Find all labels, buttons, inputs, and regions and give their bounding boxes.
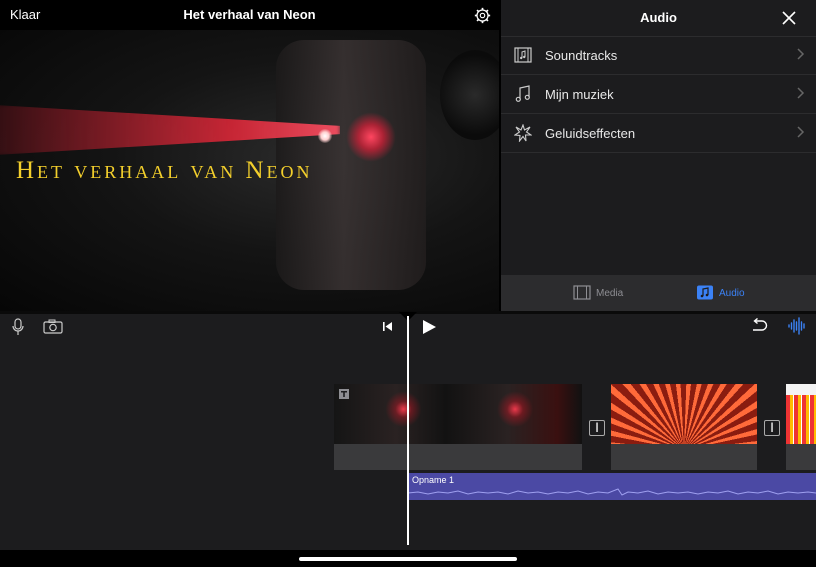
- laser-dot-image: [318, 129, 332, 143]
- clip-thumbnail: [334, 384, 582, 444]
- panel-tab-bar: Media Audio: [501, 275, 816, 311]
- music-icon: [697, 285, 713, 300]
- microphone-icon[interactable]: [11, 318, 25, 336]
- panel-title: Audio: [640, 10, 677, 25]
- audio-clip-label: Opname 1: [412, 475, 455, 485]
- menu-item-label: Mijn muziek: [545, 87, 614, 102]
- undo-icon[interactable]: [750, 318, 768, 334]
- top-bar: Klaar Het verhaal van Neon: [0, 0, 499, 30]
- gear-icon[interactable]: [474, 7, 491, 24]
- home-indicator[interactable]: [299, 557, 517, 561]
- play-icon[interactable]: [422, 320, 436, 334]
- transition-button[interactable]: |: [764, 420, 780, 436]
- film-music-icon: [514, 47, 532, 63]
- chevron-right-icon: [797, 48, 805, 60]
- skip-to-start-icon[interactable]: [382, 321, 393, 332]
- transition-button[interactable]: |: [589, 420, 605, 436]
- knob-image: [440, 50, 499, 140]
- video-clip-periodic-table[interactable]: [786, 384, 816, 470]
- menu-item-my-music[interactable]: Mijn muziek: [501, 75, 816, 114]
- title-overlay-text: Het verhaal van Neon: [16, 157, 313, 184]
- menu-item-soundtracks[interactable]: Soundtracks: [501, 36, 816, 75]
- title-text-icon: [339, 389, 349, 399]
- film-icon: [573, 285, 591, 300]
- clip-thumbnail: [786, 384, 816, 444]
- audio-waveform: [408, 488, 816, 496]
- video-clip-neon[interactable]: [334, 384, 582, 470]
- clip-thumbnail: [611, 384, 757, 444]
- panel-header: Audio: [501, 0, 816, 37]
- menu-item-label: Soundtracks: [545, 48, 618, 63]
- menu-item-label: Geluidseffecten: [545, 126, 636, 141]
- laser-glow-image: [346, 112, 396, 162]
- clip-under-bar: [786, 444, 816, 470]
- camera-icon[interactable]: [43, 319, 63, 334]
- audio-waveform-icon[interactable]: [788, 317, 806, 335]
- clip-under-bar: [334, 444, 582, 470]
- tab-label: Audio: [719, 288, 745, 299]
- tab-label: Media: [596, 288, 624, 299]
- chevron-right-icon: [797, 126, 805, 138]
- chevron-right-icon: [797, 87, 805, 99]
- audio-browser-panel: Audio Soundtracks Mijn muziek Geluidseff…: [501, 0, 816, 311]
- burst-icon: [514, 124, 532, 142]
- clip-under-bar: [611, 444, 757, 470]
- playhead[interactable]: [407, 316, 409, 545]
- project-title: Het verhaal van Neon: [183, 7, 316, 22]
- video-clip-neon-lights[interactable]: [611, 384, 757, 470]
- audio-clip-recording[interactable]: Opname 1: [408, 473, 816, 500]
- close-icon[interactable]: [782, 11, 796, 25]
- menu-item-sound-effects[interactable]: Geluidseffecten: [501, 114, 816, 153]
- music-note-icon: [515, 85, 530, 102]
